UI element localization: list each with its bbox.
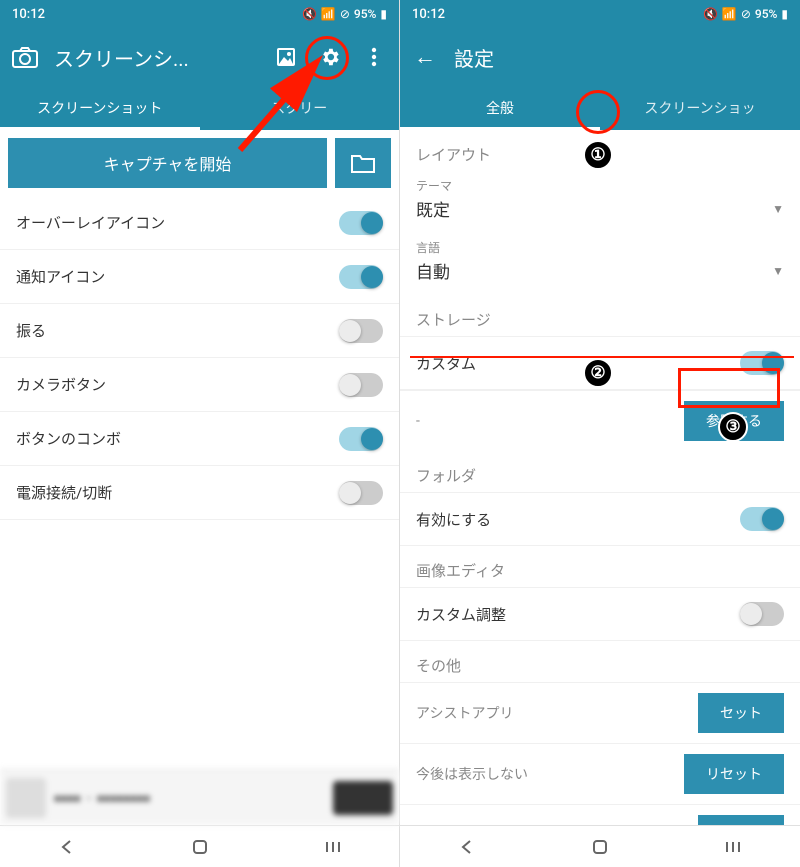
ad-play-icon (333, 781, 393, 815)
settings-title: 設定 (454, 43, 790, 72)
label: オーバーレイアイコン (16, 212, 339, 233)
label: カメラボタン (16, 374, 339, 395)
nav-back[interactable] (37, 839, 97, 855)
label: 電源接続/切断 (16, 482, 339, 503)
toggle[interactable] (339, 373, 383, 397)
nav-recent[interactable] (703, 840, 763, 854)
status-bar-right: 10:12 🔇 📶 ⊘ 95% ▮ (400, 0, 800, 28)
content-left: キャプチャを開始 オーバーレイアイコン 通知アイコン 振る カメラボタン (0, 130, 399, 769)
toggle[interactable] (339, 319, 383, 343)
app-bar-right: ← 設定 (400, 28, 800, 86)
browse-button[interactable]: 参照する (684, 401, 784, 441)
reset-button[interactable]: リセット (684, 754, 784, 794)
no-sim-icon: ⊘ (340, 7, 350, 21)
wifi-icon: 📶 (321, 7, 336, 21)
status-icons: 🔇 📶 ⊘ 95% ▮ (703, 7, 788, 21)
nav-bar-right (400, 825, 800, 867)
status-time: 10:12 (412, 7, 445, 22)
chevron-down-icon: ▼ (772, 264, 784, 278)
setting-enable-folder[interactable]: 有効にする (400, 492, 800, 546)
lang-value: 自動 (416, 258, 772, 283)
app-title: スクリーンシ... (54, 43, 257, 72)
battery-icon: ▮ (380, 7, 387, 21)
setting-notification-icon[interactable]: 通知アイコン (0, 250, 399, 304)
tab-bar-left: スクリーンショット スクリー (0, 86, 399, 130)
more-icon[interactable] (359, 42, 389, 72)
section-editor: 画像エディタ (400, 546, 800, 587)
setting-custom-adjust[interactable]: カスタム調整 (400, 587, 800, 641)
toggle[interactable] (339, 427, 383, 451)
assist-label: アシストアプリ (416, 703, 698, 723)
battery-text: 95% (755, 7, 777, 21)
start-capture-button[interactable]: キャプチャを開始 (8, 138, 327, 188)
no-sim-icon: ⊘ (741, 7, 751, 21)
clear-button[interactable]: クリア (698, 815, 784, 825)
status-bar-left: 10:12 🔇 📶 ⊘ 95% ▮ (0, 0, 399, 28)
battery-text: 95% (354, 7, 376, 21)
gear-icon[interactable] (315, 42, 345, 72)
ad-text: ■■■■ ・ ■■■■■■■■ (54, 790, 325, 806)
toggle[interactable] (339, 481, 383, 505)
battery-icon: ▮ (781, 7, 788, 21)
status-icons: 🔇 📶 ⊘ 95% ▮ (302, 7, 387, 21)
custom-adjust-label: カスタム調整 (416, 604, 740, 625)
row-assist: アシストアプリ セット (400, 682, 800, 743)
toggle[interactable] (339, 211, 383, 235)
enable-label: 有効にする (416, 509, 740, 530)
toggle[interactable] (339, 265, 383, 289)
setting-camera-button[interactable]: カメラボタン (0, 358, 399, 412)
back-icon[interactable]: ← (410, 42, 440, 72)
nav-home[interactable] (170, 838, 230, 856)
ad-banner[interactable]: ■■■■ ・ ■■■■■■■■ (0, 769, 399, 825)
section-other: その他 (400, 641, 800, 682)
setting-custom[interactable]: カスタム (400, 336, 800, 390)
custom-label: カスタム (416, 353, 740, 374)
ad-thumb (6, 778, 46, 818)
tab-general[interactable]: 全般 (400, 86, 600, 130)
setting-power-connect[interactable]: 電源接続/切断 (0, 466, 399, 520)
label: 振る (16, 320, 339, 341)
nav-back[interactable] (437, 839, 497, 855)
tab-bar-right: 全般 スクリーンショッ (400, 86, 800, 130)
dont-show-label: 今後は表示しない (416, 764, 684, 784)
toggle[interactable] (740, 602, 784, 626)
mute-icon: 🔇 (302, 7, 317, 21)
theme-value: 既定 (416, 196, 772, 221)
section-layout: レイアウト (400, 130, 800, 171)
nav-home[interactable] (570, 838, 630, 856)
chevron-down-icon: ▼ (772, 202, 784, 216)
status-time: 10:12 (12, 7, 45, 22)
content-right: レイアウト テーマ 既定 ▼ 言語 自動 ▼ ストレージ カスタム - 参照する… (400, 130, 800, 825)
row-dontshow: 今後は表示しない リセット (400, 743, 800, 804)
label: ボタンのコンボ (16, 428, 339, 449)
camera-icon (10, 42, 40, 72)
app-bar-left: スクリーンシ... (0, 28, 399, 86)
setting-shake[interactable]: 振る (0, 304, 399, 358)
toggle[interactable] (740, 351, 784, 375)
theme-dropdown[interactable]: 既定 ▼ (400, 194, 800, 233)
folder-button[interactable] (335, 138, 391, 188)
set-button[interactable]: セット (698, 693, 784, 733)
lang-dropdown[interactable]: 自動 ▼ (400, 256, 800, 295)
setting-overlay-icon[interactable]: オーバーレイアイコン (0, 196, 399, 250)
mute-icon: 🔇 (703, 7, 718, 21)
theme-label: テーマ (400, 171, 800, 194)
wifi-icon: 📶 (722, 7, 737, 21)
toggle[interactable] (740, 507, 784, 531)
gallery-icon[interactable] (271, 42, 301, 72)
path-value: - (416, 413, 684, 429)
tab-screen[interactable]: スクリー (200, 86, 400, 130)
label: 通知アイコン (16, 266, 339, 287)
tab-screenshot[interactable]: スクリーンショット (0, 86, 200, 130)
setting-button-combo[interactable]: ボタンのコンボ (0, 412, 399, 466)
tab-screenshot[interactable]: スクリーンショッ (600, 86, 800, 130)
section-folder: フォルダ (400, 451, 800, 492)
row-cache: キャッシュを消去する クリア (400, 804, 800, 825)
row-browse: - 参照する (400, 390, 800, 451)
lang-label: 言語 (400, 233, 800, 256)
section-storage: ストレージ (400, 295, 800, 336)
nav-recent[interactable] (303, 840, 363, 854)
nav-bar-left (0, 825, 399, 867)
